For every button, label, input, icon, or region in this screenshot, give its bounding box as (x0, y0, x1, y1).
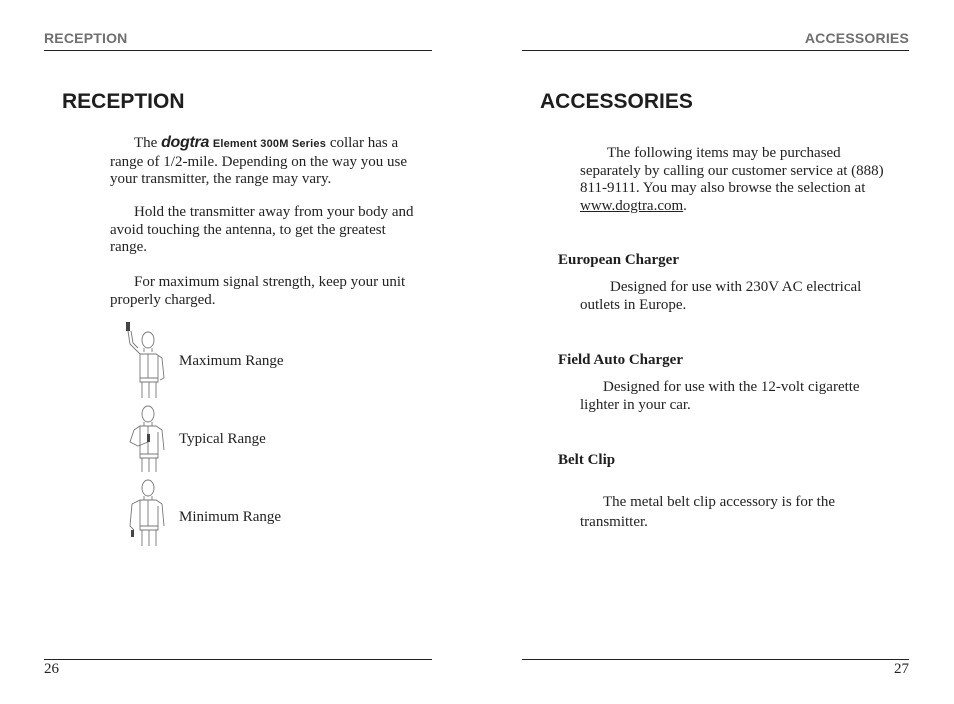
footer-rule-left (44, 659, 432, 660)
model-name: Element 300M Series (212, 138, 327, 150)
reception-paragraph-2: Hold the transmitter away from your body… (110, 204, 414, 255)
header-rule-left (44, 50, 432, 51)
page-title-reception: RECEPTION (62, 90, 185, 113)
accessory-description-field-auto-charger: Designed for use with the 12-volt cigare… (580, 379, 860, 413)
accessories-intro: The following items may be purchased sep… (580, 145, 885, 215)
header-rule-right (522, 50, 909, 51)
running-header-left: RECEPTION (44, 30, 128, 46)
running-header-right: ACCESSORIES (804, 30, 909, 46)
accessory-name-field-auto-charger: Field Auto Charger (558, 352, 683, 368)
accessory-description-european-charger: Designed for use with 230V AC electrical… (580, 279, 862, 313)
accessory-description-belt-clip: The metal belt clip accessory is for the… (580, 494, 835, 530)
reception-paragraph-1: The dogtra Element 300M Series collar ha… (110, 134, 418, 189)
figure-label-maximum: Maximum Range (179, 353, 284, 369)
accessory-name-european-charger: European Charger (558, 252, 679, 268)
figure-label-typical: Typical Range (179, 431, 266, 447)
paragraph-1-prefix: The (134, 135, 158, 151)
page-number-left: 26 (44, 661, 59, 677)
dogtra-website-link[interactable]: www.dogtra.com (580, 198, 683, 214)
figure-label-minimum: Minimum Range (179, 509, 282, 525)
intro-text: The following items may be purchased sep… (580, 145, 884, 196)
page-number-right: 27 (894, 661, 909, 677)
reception-paragraph-3: For maximum signal strength, keep your u… (110, 274, 406, 308)
footer-rule-right (522, 659, 909, 660)
person-chest-height-icon (122, 402, 170, 472)
page-title-accessories: ACCESSORIES (540, 90, 693, 113)
person-arm-down-icon (122, 476, 170, 546)
dogtra-logo: dogtra (161, 134, 210, 151)
person-arm-raised-icon (122, 320, 170, 398)
intro-suffix: . (683, 197, 687, 214)
accessory-name-belt-clip: Belt Clip (558, 452, 616, 468)
